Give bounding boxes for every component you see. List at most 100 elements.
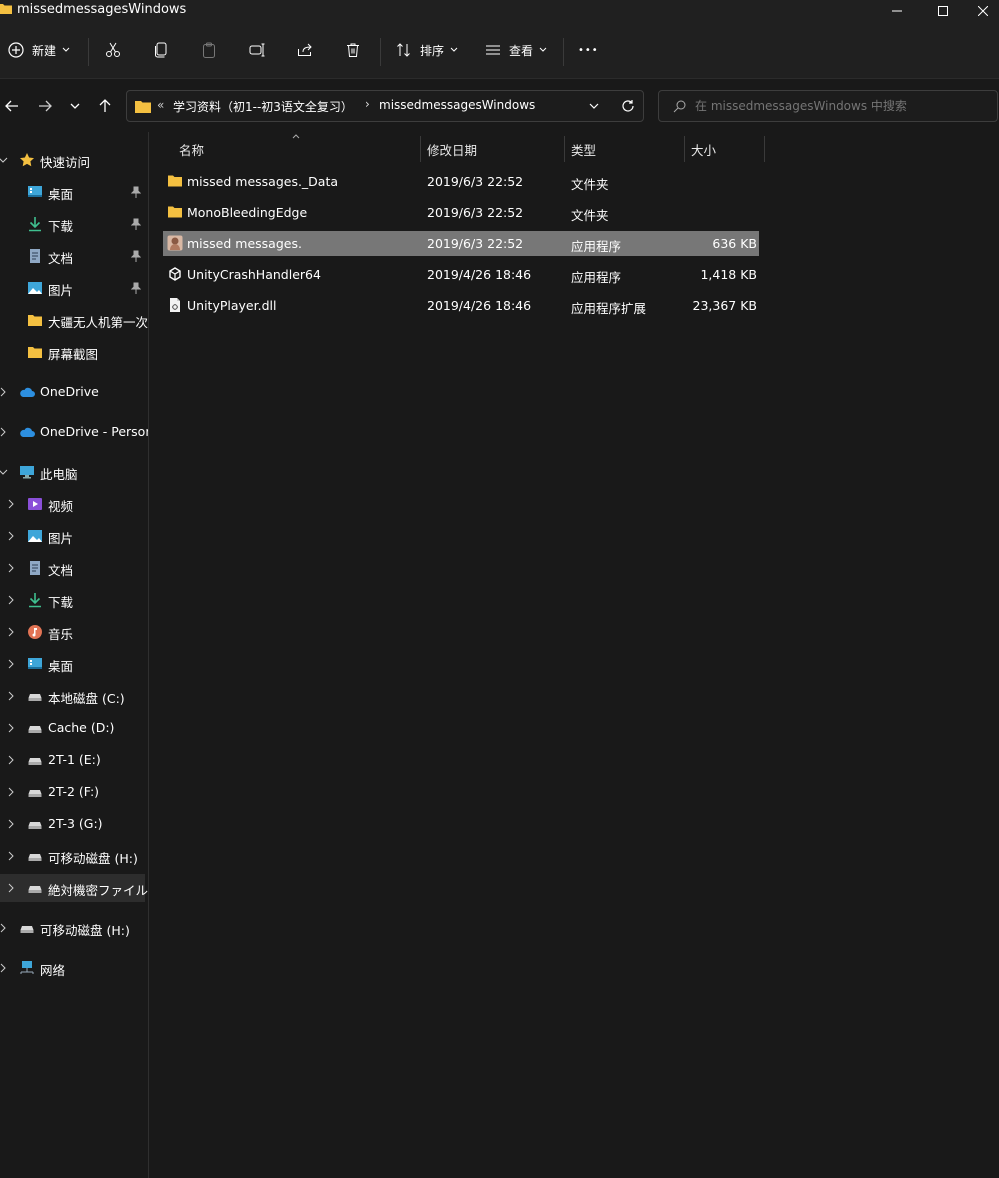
column-divider[interactable]: [684, 136, 685, 162]
sidebar-item-removable-drive[interactable]: 可移动磁盘 (H:): [0, 914, 148, 942]
file-modified: 2019/6/3 22:52: [427, 174, 524, 189]
document-icon: [30, 561, 40, 575]
sidebar-label: 图片: [48, 531, 74, 546]
more-icon: •••: [578, 44, 599, 56]
sidebar-item-downloads[interactable]: 下载: [0, 210, 148, 238]
refresh-icon[interactable]: [621, 99, 635, 113]
sidebar-item-desktop[interactable]: 桌面: [0, 178, 148, 206]
column-header-size[interactable]: 大小: [691, 140, 716, 159]
file-row[interactable]: UnityPlayer.dll 2019/4/26 18:46 应用程序扩展 2…: [163, 293, 759, 318]
sidebar-item-drive-h[interactable]: 可移动磁盘 (H:): [0, 842, 148, 870]
recent-locations-button[interactable]: [64, 95, 86, 117]
delete-button[interactable]: [345, 32, 361, 68]
sort-button[interactable]: 排序: [396, 32, 458, 68]
network-icon: [20, 961, 34, 974]
chevron-right-icon: [0, 963, 6, 973]
file-type: 应用程序: [571, 239, 622, 254]
sidebar-item-drive-c[interactable]: 本地磁盘 (C:): [0, 682, 148, 710]
sort-icon: [397, 43, 410, 57]
file-row[interactable]: MonoBleedingEdge 2019/6/3 22:52 文件夹: [163, 200, 759, 225]
file-modified: 2019/6/3 22:52: [427, 205, 524, 220]
sidebar-item-onedrive[interactable]: OneDrive: [0, 378, 148, 406]
sidebar-item-drive-f[interactable]: 2T-2 (F:): [0, 778, 148, 806]
sidebar-label: 大疆无人机第一次: [48, 315, 149, 330]
chevron-down-icon[interactable]: [589, 103, 599, 110]
sidebar-label: 网络: [40, 963, 66, 978]
search-input[interactable]: [695, 97, 985, 115]
pin-icon[interactable]: [131, 218, 141, 230]
sidebar-item-drive-g[interactable]: 2T-3 (G:): [0, 810, 148, 838]
sidebar-item-secret-drive[interactable]: 絶対機密ファイル: [0, 874, 148, 902]
breadcrumb-overflow[interactable]: «: [157, 98, 164, 112]
minimize-icon: [892, 10, 902, 12]
sidebar-item-documents[interactable]: 文档: [0, 242, 148, 270]
sidebar-item-drive-e[interactable]: 2T-1 (E:): [0, 746, 148, 774]
address-bar[interactable]: « 学习资料（初1--初3语文全复习） › missedmessagesWind…: [126, 90, 644, 122]
sidebar-label: 可移动磁盘 (H:): [48, 851, 138, 866]
maximize-button[interactable]: [920, 0, 966, 22]
sidebar-item-screenshots[interactable]: 屏幕截图: [0, 338, 148, 366]
sidebar-item-pc-downloads[interactable]: 下载: [0, 586, 148, 614]
cloud-icon: [20, 387, 35, 397]
chevron-right-icon: [8, 787, 14, 797]
drive-icon: [28, 790, 42, 797]
file-row[interactable]: missed messages. 2019/6/3 22:52 应用程序 636…: [163, 231, 759, 256]
rename-button[interactable]: [249, 32, 265, 68]
sidebar-item-this-pc[interactable]: 此电脑: [0, 458, 148, 486]
column-divider[interactable]: [764, 136, 765, 162]
pin-icon[interactable]: [131, 186, 141, 198]
up-button[interactable]: [94, 95, 116, 117]
column-header-type[interactable]: 类型: [571, 140, 596, 159]
sidebar-item-pc-pictures[interactable]: 图片: [0, 522, 148, 550]
drive-icon: [28, 886, 42, 893]
sidebar-item-dji-folder[interactable]: 大疆无人机第一次: [0, 306, 148, 334]
maximize-icon: [938, 6, 948, 16]
search-box[interactable]: [658, 90, 998, 122]
share-button[interactable]: [297, 32, 313, 68]
file-row[interactable]: missed messages._Data 2019/6/3 22:52 文件夹: [163, 169, 759, 194]
navigation-pane: 快速访问 桌面 下载 文档 图片 大疆无人机第一次 屏幕截图 OneDrive …: [0, 132, 149, 1178]
file-type: 应用程序扩展: [571, 301, 647, 316]
sidebar-label: 下载: [48, 595, 74, 610]
sidebar-item-pc-documents[interactable]: 文档: [0, 554, 148, 582]
cut-button[interactable]: [105, 32, 121, 68]
window-title: missedmessagesWindows: [17, 2, 187, 17]
sidebar-label: 桌面: [48, 187, 74, 202]
close-button[interactable]: [966, 0, 999, 22]
sidebar-label: OneDrive: [40, 384, 99, 399]
breadcrumb-item[interactable]: 学习资料（初1--初3语文全复习）: [173, 98, 353, 115]
copy-button[interactable]: [153, 32, 169, 68]
sidebar-item-quick-access[interactable]: 快速访问: [0, 146, 148, 174]
desktop-icon: [28, 186, 42, 197]
new-button[interactable]: 新建: [8, 32, 70, 68]
new-label: 新建: [32, 43, 57, 58]
chevron-down-icon: [70, 103, 80, 109]
view-button[interactable]: 查看: [485, 32, 547, 68]
breadcrumb-item[interactable]: missedmessagesWindows: [379, 98, 535, 112]
sidebar-item-onedrive-personal[interactable]: OneDrive - Persor: [0, 418, 148, 446]
sidebar-item-pictures[interactable]: 图片: [0, 274, 148, 302]
back-button[interactable]: [1, 95, 23, 117]
paste-button[interactable]: [201, 32, 217, 68]
sidebar-item-pc-desktop[interactable]: 桌面: [0, 650, 148, 678]
search-icon: [673, 100, 686, 113]
column-divider[interactable]: [420, 136, 421, 162]
column-header-name[interactable]: 名称: [179, 140, 204, 159]
sidebar-item-network[interactable]: 网络: [0, 954, 148, 982]
file-modified: 2019/6/3 22:52: [427, 236, 524, 251]
forward-button[interactable]: [34, 95, 56, 117]
sidebar-item-drive-d[interactable]: Cache (D:): [0, 714, 148, 742]
pin-icon[interactable]: [131, 282, 141, 294]
more-options-button[interactable]: •••: [578, 32, 599, 68]
minimize-button[interactable]: [874, 0, 920, 22]
column-divider[interactable]: [564, 136, 565, 162]
folder-icon: [0, 4, 12, 14]
chevron-down-icon: [450, 47, 458, 52]
sidebar-item-videos[interactable]: 视频: [0, 490, 148, 518]
file-row[interactable]: UnityCrashHandler64 2019/4/26 18:46 应用程序…: [163, 262, 759, 287]
pin-icon[interactable]: [131, 250, 141, 262]
sidebar-item-music[interactable]: 音乐: [0, 618, 148, 646]
column-header-modified[interactable]: 修改日期: [427, 140, 477, 159]
rename-icon: [249, 43, 265, 57]
file-size: 1,418 KB: [700, 267, 757, 282]
